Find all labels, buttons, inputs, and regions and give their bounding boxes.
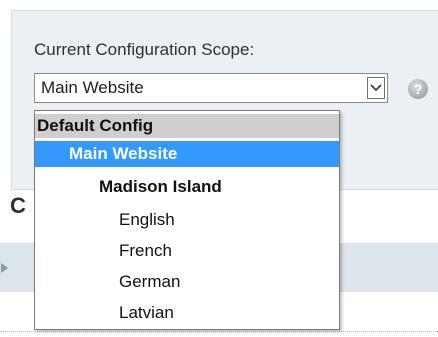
collapse-arrow-icon[interactable] bbox=[1, 263, 8, 273]
page-section-heading: C bbox=[10, 193, 26, 218]
scope-select-value: Main Website bbox=[41, 78, 144, 97]
option-group-madison-island: Madison Island bbox=[99, 177, 222, 196]
option-store-view-english[interactable]: English bbox=[35, 207, 339, 233]
dotted-divider bbox=[0, 331, 438, 332]
option-store-view-french[interactable]: French bbox=[35, 238, 339, 264]
option-main-website[interactable]: Main Website bbox=[35, 141, 339, 167]
scope-select[interactable]: Main Website bbox=[34, 73, 388, 103]
option-store-view-latvian[interactable]: Latvian bbox=[35, 300, 339, 326]
option-store-view-german[interactable]: German bbox=[35, 269, 339, 295]
select-arrow-button[interactable] bbox=[367, 77, 385, 99]
scope-dropdown-list: Default Config Main Website Madison Isla… bbox=[34, 110, 340, 330]
help-icon[interactable]: ? bbox=[408, 79, 428, 99]
option-default-config[interactable]: Default Config bbox=[35, 114, 339, 138]
scope-label: Current Configuration Scope: bbox=[34, 40, 255, 59]
chevron-down-icon bbox=[370, 84, 382, 92]
